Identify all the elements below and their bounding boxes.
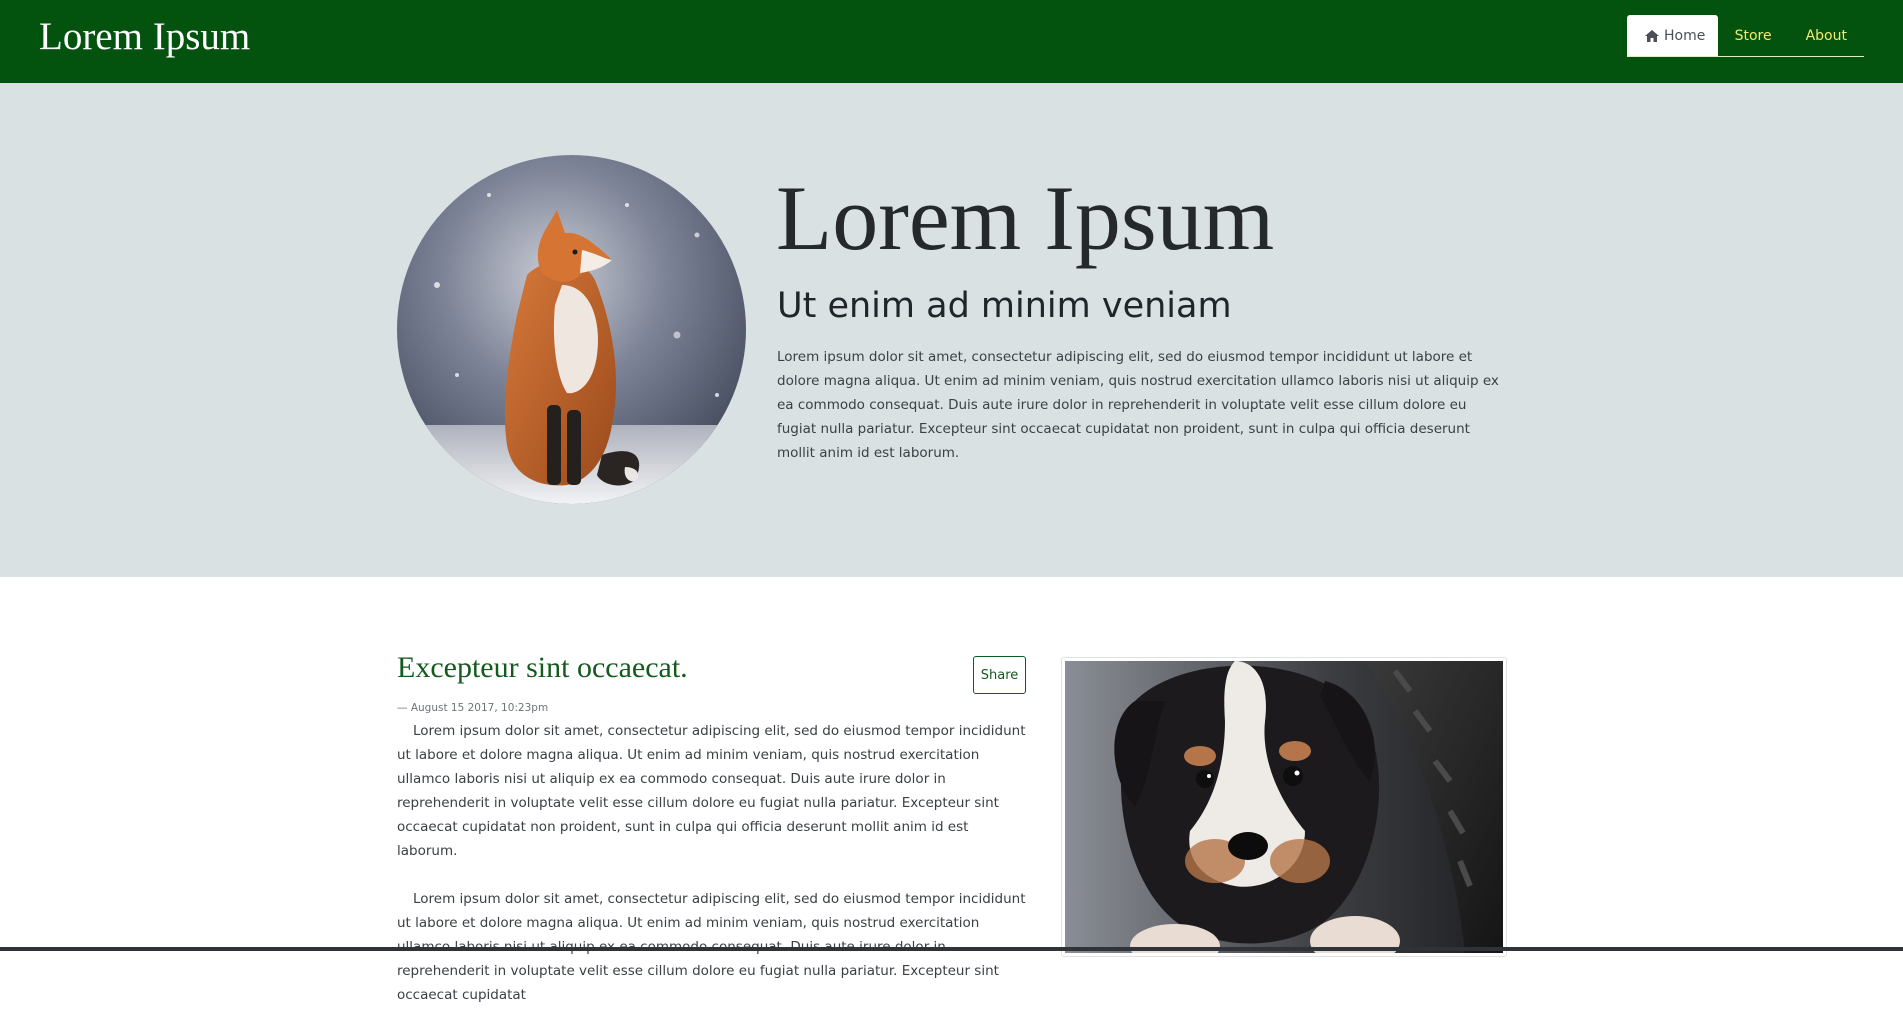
nav-home[interactable]: Home — [1627, 15, 1718, 56]
bottom-scrollbar-edge — [0, 947, 1903, 951]
hero-description: Lorem ipsum dolor sit amet, consectetur … — [777, 349, 1499, 461]
share-button[interactable]: Share — [973, 656, 1026, 694]
post-body: Lorem ipsum dolor sit amet, consectetur … — [397, 719, 1027, 1031]
fox-photo — [397, 155, 746, 504]
hero-subtitle: Ut enim ad minim veniam — [777, 286, 1232, 326]
main-nav: Home Store About — [1627, 15, 1864, 57]
nav-home-label: Home — [1664, 27, 1706, 44]
nav-store[interactable]: Store — [1718, 15, 1789, 56]
site-brand[interactable]: Lorem Ipsum — [39, 14, 250, 60]
hero-title: Lorem Ipsum — [776, 167, 1275, 269]
puppy-photo — [1065, 661, 1503, 953]
post-date: — August 15 2017, 10:23pm — [397, 702, 549, 714]
post-paragraph: Lorem ipsum dolor sit amet, consectetur … — [397, 723, 1026, 859]
top-navbar: Lorem Ipsum Home Store About — [0, 0, 1903, 83]
nav-about[interactable]: About — [1789, 15, 1864, 56]
home-icon — [1645, 29, 1659, 42]
side-image-card — [1061, 657, 1507, 957]
hero-section: Lorem Ipsum Ut enim ad minim veniam Lore… — [0, 83, 1903, 577]
post-title[interactable]: Excepteur sint occaecat. — [397, 648, 688, 688]
